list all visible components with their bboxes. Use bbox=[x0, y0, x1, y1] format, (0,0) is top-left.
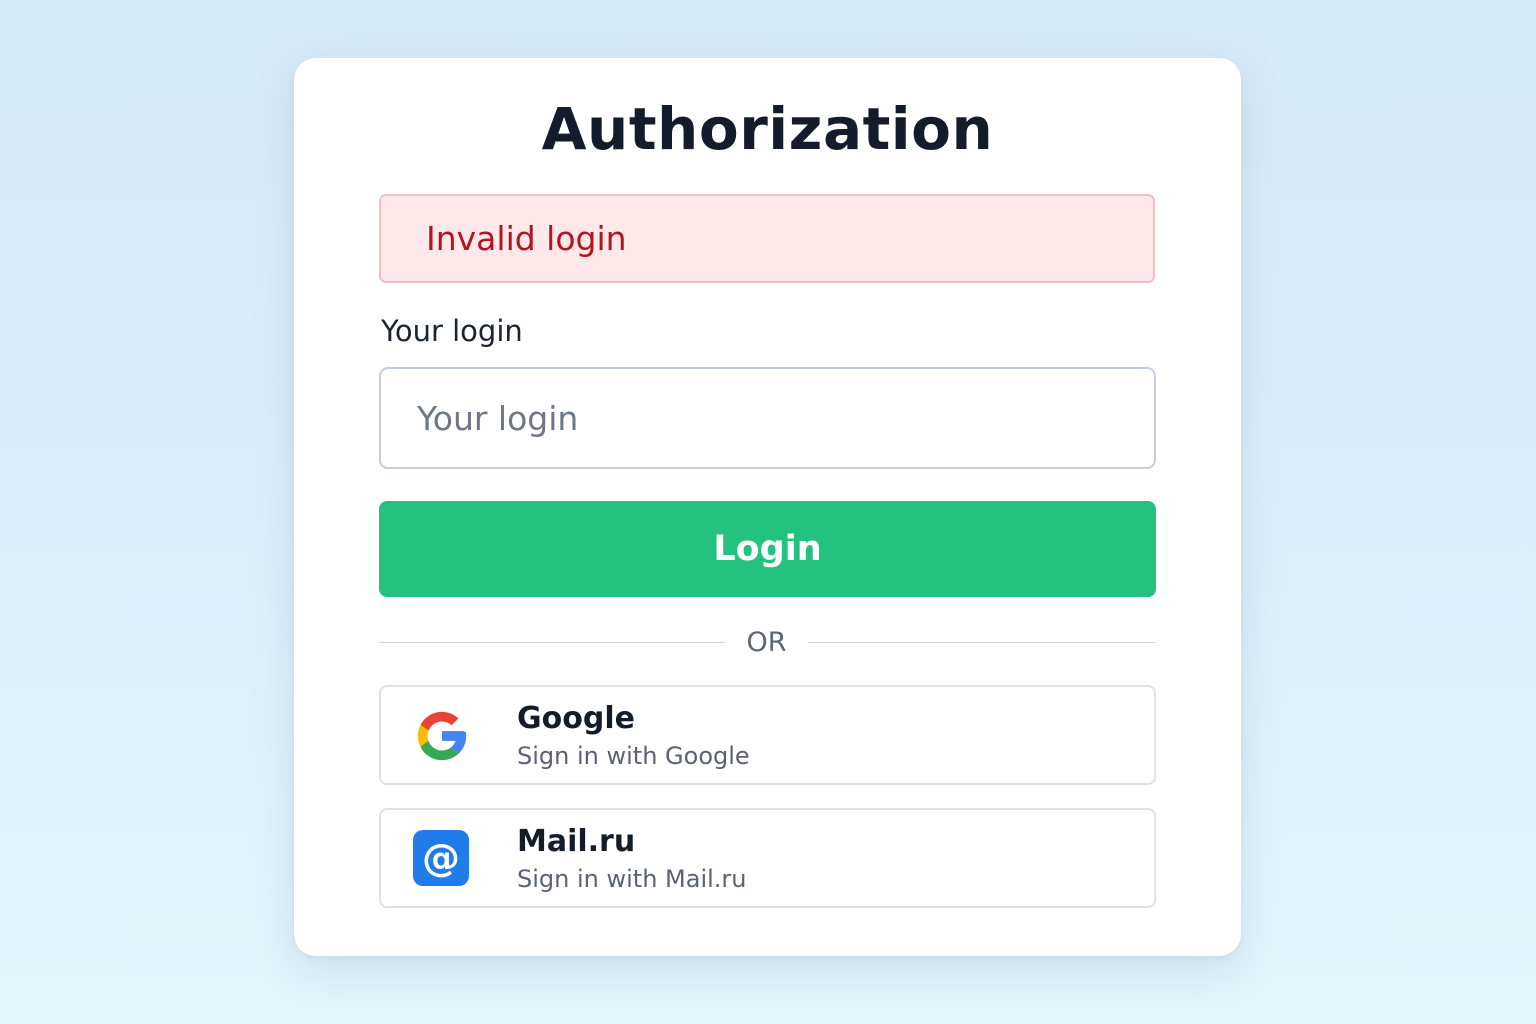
google-provider-name: Google bbox=[517, 701, 635, 736]
mailru-signin-button[interactable]: @ Mail.ru Sign in with Mail.ru bbox=[379, 808, 1156, 908]
mail-ru-at-icon: @ bbox=[413, 830, 471, 888]
error-message: Invalid login bbox=[426, 219, 627, 258]
divider-line-left bbox=[379, 642, 725, 643]
login-button[interactable]: Login bbox=[379, 501, 1156, 597]
auth-card: Authorization Invalid login Your login L… bbox=[294, 58, 1241, 956]
google-provider-subtitle: Sign in with Google bbox=[517, 742, 750, 770]
google-logo-icon bbox=[413, 707, 471, 765]
login-input[interactable] bbox=[379, 367, 1156, 469]
page-title: Authorization bbox=[541, 95, 994, 163]
divider-or: OR bbox=[746, 627, 787, 658]
error-alert: Invalid login bbox=[379, 194, 1155, 283]
google-signin-button[interactable]: Google Sign in with Google bbox=[379, 685, 1156, 785]
mailru-provider-name: Mail.ru bbox=[517, 824, 636, 859]
mailru-provider-subtitle: Sign in with Mail.ru bbox=[517, 865, 747, 893]
divider-line-right bbox=[808, 642, 1156, 643]
login-field-label: Your login bbox=[381, 314, 523, 348]
